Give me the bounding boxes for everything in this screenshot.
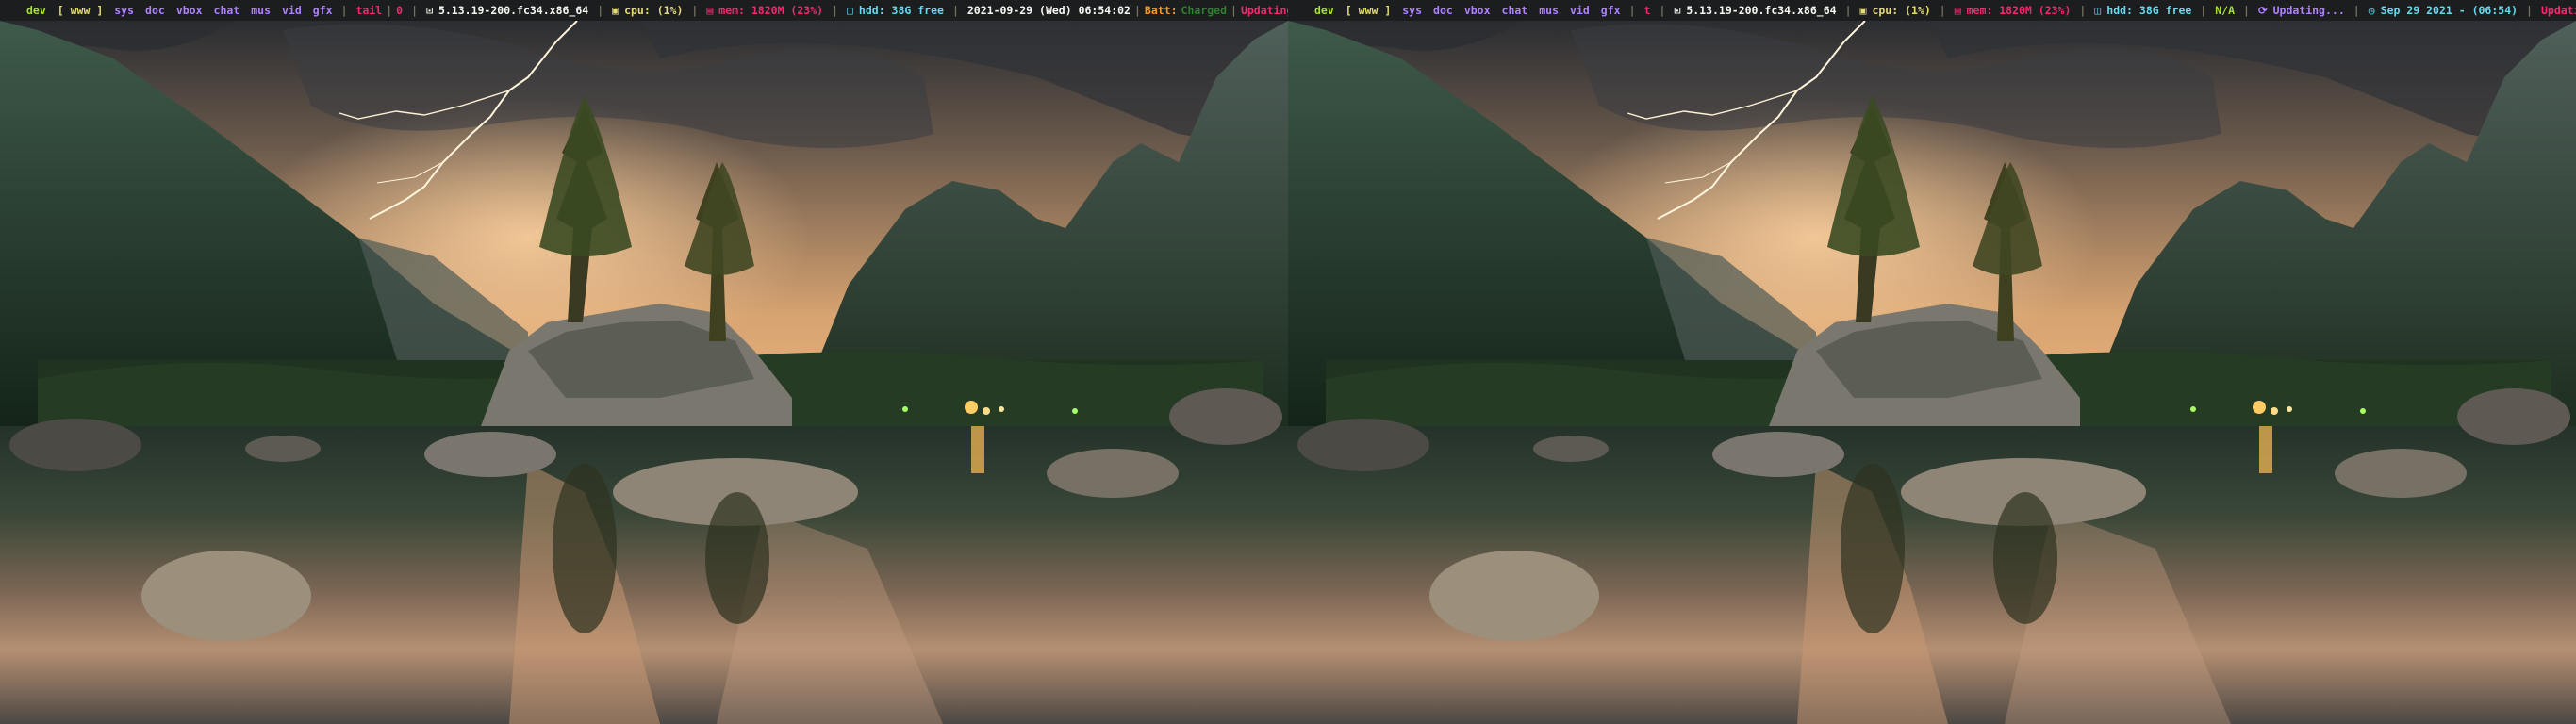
kernel-version: 5.13.19-200.fc34.x86_64: [438, 4, 589, 17]
desktop-wallpaper: [1288, 21, 2576, 724]
dual-monitor-desktop: dev [ www ] sys doc vbox chat mus vid gf…: [0, 0, 2576, 724]
window-title[interactable]: t: [1644, 4, 1651, 17]
workspace-sys[interactable]: sys: [1402, 4, 1422, 17]
update-icon: ⟳: [2257, 4, 2268, 17]
separator: |: [2353, 4, 2360, 17]
workspace-dev[interactable]: dev: [26, 4, 46, 17]
desktop-wallpaper: [0, 21, 1288, 724]
workspace-vid[interactable]: vid: [1570, 4, 1590, 17]
battery-status: N/A: [2215, 4, 2236, 17]
hdd-icon: ◫: [846, 4, 853, 17]
workspace-vid[interactable]: vid: [282, 4, 302, 17]
workspace-www[interactable]: [ www ]: [1346, 4, 1391, 17]
separator: |: [951, 4, 959, 17]
kernel-version: 5.13.19-200.fc34.x86_64: [1686, 4, 1837, 17]
workspace-chat[interactable]: chat: [1502, 4, 1528, 17]
memory-icon: ▤: [1954, 4, 1961, 17]
workspace-vbox[interactable]: vbox: [1464, 4, 1491, 17]
workspace-doc[interactable]: doc: [1433, 4, 1453, 17]
separator: |: [411, 4, 419, 17]
separator: |: [832, 4, 838, 17]
separator: |: [2200, 4, 2207, 17]
separator: |: [2243, 4, 2250, 17]
separator: |: [1659, 4, 1666, 17]
separator: |: [386, 4, 393, 17]
battery-status: Charged: [1181, 4, 1227, 17]
memory-icon: ▤: [706, 4, 714, 17]
workspace-gfx[interactable]: gfx: [1601, 4, 1621, 17]
clock-icon: ◷: [2368, 4, 2375, 17]
date-time: 2021-09-29 (Wed) 06:54:02: [966, 4, 1131, 17]
disk-free: hdd: 38G free: [2106, 4, 2192, 17]
memory-usage: mem: 1820M (23%): [1966, 4, 2072, 17]
cpu-icon: ▣: [612, 4, 619, 17]
workspace-dev[interactable]: dev: [1314, 4, 1334, 17]
separator: |: [691, 4, 699, 17]
hdd-icon: ◫: [2094, 4, 2102, 17]
left-monitor: dev [ www ] sys doc vbox chat mus vid gf…: [0, 0, 1288, 724]
separator: |: [1628, 4, 1636, 17]
separator: |: [340, 4, 348, 17]
separator: |: [2526, 4, 2533, 17]
window-count: 0: [396, 4, 404, 17]
cpu-icon: ▣: [1859, 4, 1867, 17]
updates-status: Updating...: [1240, 4, 1288, 17]
disk-free: hdd: 38G free: [858, 4, 944, 17]
updates-status-end: Updating...: [2540, 4, 2576, 17]
right-status-bar: dev [ www ] sys doc vbox chat mus vid gf…: [1288, 0, 2576, 21]
workspace-mus[interactable]: mus: [1539, 4, 1559, 17]
separator: |: [1939, 4, 1946, 17]
workspace-sys[interactable]: sys: [114, 4, 134, 17]
linux-icon: ⊡: [426, 4, 433, 17]
workspace-mus[interactable]: mus: [251, 4, 271, 17]
separator: |: [1230, 4, 1237, 17]
cpu-usage: cpu: (1%): [1872, 4, 1931, 17]
left-status-bar: dev [ www ] sys doc vbox chat mus vid gf…: [0, 0, 1288, 21]
cpu-usage: cpu: (1%): [624, 4, 684, 17]
workspace-www[interactable]: [ www ]: [58, 4, 103, 17]
separator: |: [1133, 4, 1141, 17]
battery-label: Batt:: [1144, 4, 1178, 17]
separator: |: [1844, 4, 1852, 17]
workspace-doc[interactable]: doc: [145, 4, 165, 17]
memory-usage: mem: 1820M (23%): [718, 4, 824, 17]
clock: Sep 29 2021 - (06:54): [2380, 4, 2518, 17]
linux-icon: ⊡: [1674, 4, 1681, 17]
workspace-chat[interactable]: chat: [214, 4, 240, 17]
workspace-gfx[interactable]: gfx: [313, 4, 333, 17]
separator: |: [2079, 4, 2087, 17]
right-monitor: dev [ www ] sys doc vbox chat mus vid gf…: [1288, 0, 2576, 724]
window-title[interactable]: tail: [356, 4, 383, 17]
updates-status: Updating...: [2272, 4, 2345, 17]
workspace-vbox[interactable]: vbox: [176, 4, 203, 17]
separator: |: [597, 4, 604, 17]
